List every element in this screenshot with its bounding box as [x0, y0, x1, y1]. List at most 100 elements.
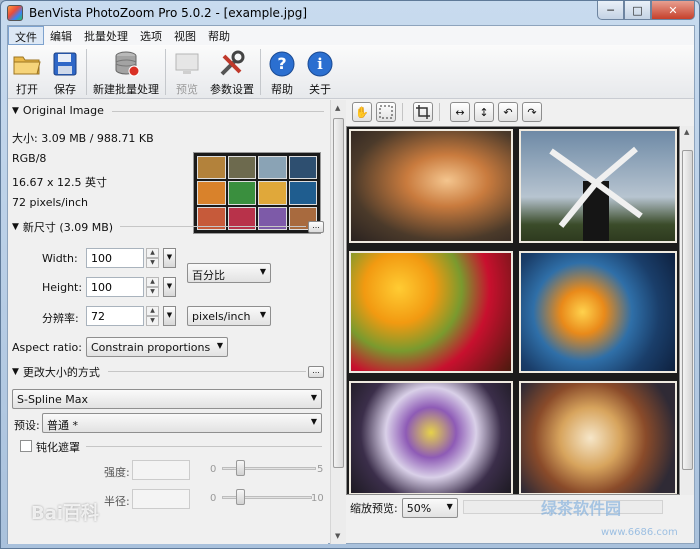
save-button[interactable]: 保存	[46, 45, 84, 97]
scroll-up-icon[interactable]: ▲	[335, 104, 340, 112]
preview-vertical-scrollbar[interactable]: ▲	[681, 126, 694, 495]
height-spinner[interactable]: ▲ ▼	[146, 277, 159, 297]
chevron-down-icon: ▼	[259, 310, 266, 319]
zoom-dropdown[interactable]: 50% ▼	[401, 498, 458, 518]
preview-monitor-icon	[172, 49, 202, 79]
photo-passion-flower	[349, 381, 513, 494]
scroll-up-icon[interactable]: ▲	[684, 128, 689, 136]
scroll-down-icon[interactable]: ▼	[335, 532, 340, 540]
radius-label: 半径:	[104, 495, 130, 508]
menu-bar: 文件 编辑 批量处理 选项 视图 帮助	[8, 26, 694, 45]
section-divider	[108, 371, 306, 372]
file-size-info: 大小: 3.09 MB / 988.71 KB	[12, 132, 154, 145]
resize-method-dropdown[interactable]: S-Spline Max ▼	[12, 389, 322, 409]
original-thumbnail	[193, 152, 321, 234]
chevron-down-icon: ▼	[259, 267, 266, 276]
question-circle-icon: ?	[267, 49, 297, 79]
preset-dropdown[interactable]: 普通 * ▼	[42, 413, 322, 433]
menu-options[interactable]: 选项	[134, 26, 168, 45]
resolution-input[interactable]	[86, 306, 144, 326]
menu-file[interactable]: 文件	[8, 26, 44, 45]
fit-height-button[interactable]: ↕	[474, 102, 494, 122]
height-linked-dropdown[interactable]: ▼	[163, 277, 176, 297]
strength-max: 5	[317, 464, 324, 475]
height-input[interactable]	[86, 277, 144, 297]
preview-button[interactable]: 预览	[168, 45, 206, 97]
window-controls: ─ □ ✕	[597, 1, 695, 20]
toolbar-separator	[165, 49, 166, 95]
minimize-button[interactable]: ─	[597, 1, 624, 20]
strength-input[interactable]	[132, 460, 190, 480]
folder-open-icon	[12, 49, 42, 79]
title-bar[interactable]: BenVista PhotoZoom Pro 5.0.2 - [example.…	[1, 1, 699, 25]
hand-tool-button[interactable]: ✋	[352, 102, 372, 122]
resolution-linked-dropdown[interactable]: ▼	[163, 306, 176, 326]
aspect-ratio-dropdown[interactable]: Constrain proportions ▼	[86, 337, 228, 357]
menu-batch[interactable]: 批量处理	[78, 26, 134, 45]
settings-panel: ▼ Original Image 大小: 3.09 MB / 988.71 KB…	[8, 100, 328, 544]
strength-label: 强度:	[104, 466, 130, 479]
toolbar-separator	[260, 49, 261, 95]
preview-toolbar: ✋ ↔ ↕ ↶ ↷	[348, 100, 694, 124]
size-unit-dropdown[interactable]: 百分比 ▼	[187, 263, 271, 283]
new-size-more-button[interactable]: ...	[308, 221, 324, 233]
width-linked-dropdown[interactable]: ▼	[163, 248, 176, 268]
resolution-info: 72 pixels/inch	[12, 196, 89, 209]
database-stack-icon	[111, 49, 141, 79]
windmill-illustration	[549, 146, 643, 241]
radius-input[interactable]	[132, 489, 190, 509]
photo-seashell	[349, 129, 513, 243]
new-size-header[interactable]: ▼ 新尺寸 (3.09 MB)	[12, 219, 113, 235]
scrollbar-thumb[interactable]	[682, 150, 693, 470]
scrollbar-thumb[interactable]	[333, 118, 344, 468]
crop-tool-button[interactable]	[413, 102, 433, 122]
tools-icon	[217, 49, 247, 79]
resolution-unit-dropdown[interactable]: pixels/inch ▼	[187, 306, 271, 326]
fit-width-button[interactable]: ↔	[450, 102, 470, 122]
app-icon	[7, 5, 23, 21]
rotate-right-button[interactable]: ↷	[522, 102, 542, 122]
strength-min: 0	[210, 464, 217, 475]
zoom-label: 缩放预览:	[350, 502, 398, 515]
help-button[interactable]: ? 帮助	[263, 45, 301, 97]
window-title: BenVista PhotoZoom Pro 5.0.2 - [example.…	[29, 6, 308, 20]
strength-slider-thumb[interactable]	[236, 460, 245, 476]
select-tool-button[interactable]	[376, 102, 396, 122]
rotate-left-button[interactable]: ↶	[498, 102, 518, 122]
width-spinner[interactable]: ▲ ▼	[146, 248, 159, 268]
hand-icon: ✋	[355, 105, 369, 119]
photo-tropical-fish	[519, 251, 677, 373]
chevron-down-icon: ▼	[216, 341, 223, 350]
dimensions-info: 16.67 x 12.5 英寸	[12, 176, 107, 189]
chevron-down-icon: ▼	[446, 502, 453, 511]
menu-view[interactable]: 视图	[168, 26, 202, 45]
photo-windmill	[519, 129, 677, 243]
resize-method-more-button[interactable]: ...	[308, 366, 324, 378]
collapse-triangle-icon: ▼	[12, 105, 19, 116]
new-batch-button[interactable]: 新建批量处理	[89, 45, 163, 97]
about-button[interactable]: i 关于	[301, 45, 339, 97]
preview-canvas[interactable]	[346, 126, 680, 495]
close-button[interactable]: ✕	[651, 1, 695, 20]
chevron-down-icon: ▼	[310, 393, 317, 402]
radius-max: 10	[311, 493, 324, 504]
settings-scrollbar[interactable]: ▲ ▼	[330, 100, 346, 544]
width-input[interactable]	[86, 248, 144, 268]
radius-slider-thumb[interactable]	[236, 489, 245, 505]
site-watermark: 绿茶软件园	[541, 499, 622, 518]
client-area: 文件 编辑 批量处理 选项 视图 帮助 打开 保存 新建批量处理 预览 参数设置…	[7, 25, 695, 544]
original-image-header[interactable]: ▼ Original Image	[12, 104, 104, 117]
unsharp-mask-checkbox[interactable]	[20, 440, 32, 452]
width-label: Width:	[42, 252, 78, 265]
menu-edit[interactable]: 编辑	[44, 26, 78, 45]
maximize-button[interactable]: □	[624, 1, 651, 20]
crop-icon	[416, 105, 430, 119]
resize-method-header[interactable]: ▼ 更改大小的方式	[12, 364, 100, 380]
settings-button[interactable]: 参数设置	[206, 45, 258, 97]
menu-help[interactable]: 帮助	[202, 26, 236, 45]
chevron-down-icon: ▼	[310, 417, 317, 426]
resolution-spinner[interactable]: ▲ ▼	[146, 306, 159, 326]
toolbar-separator	[402, 103, 403, 121]
collapse-triangle-icon: ▼	[12, 367, 19, 377]
open-button[interactable]: 打开	[8, 45, 46, 97]
